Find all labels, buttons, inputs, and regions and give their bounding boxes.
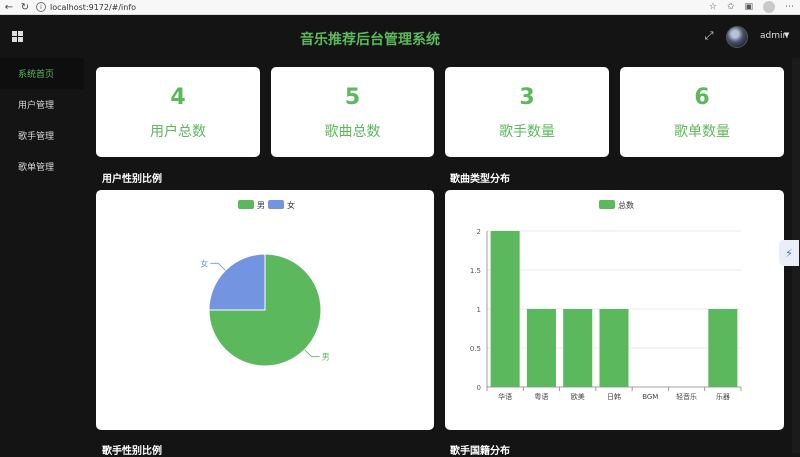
sidebar-item-users[interactable]: 用户管理 — [0, 89, 84, 120]
section-title-genre: 歌曲类型分布 — [450, 174, 510, 185]
genre-chart-panel: 总数 0 0.5 1 1.5 2 华语 粤语 欧美 日韩 BGM 轻音乐 乐器 — [445, 190, 784, 430]
pie-label-line — [210, 262, 226, 271]
section-title-singer-country: 歌手国籍分布 — [450, 446, 510, 457]
legend-label: 男 — [257, 201, 265, 210]
y-tick-label: 1 — [477, 306, 481, 314]
favorites-icon[interactable]: ✩ — [727, 2, 735, 12]
section-title-singer-gender: 歌手性别比例 — [102, 446, 162, 457]
stat-value: 3 — [519, 85, 535, 110]
pie-label: 女 — [200, 258, 208, 268]
stat-value: 4 — [170, 85, 186, 110]
reload-icon[interactable]: ↻ — [18, 1, 32, 13]
bar — [526, 309, 556, 387]
x-tick-label: 欧美 — [571, 392, 585, 401]
avatar[interactable] — [726, 26, 748, 48]
pie-label-line — [304, 349, 320, 358]
stat-value: 5 — [344, 85, 361, 110]
bar — [563, 309, 593, 387]
stat-label: 用户总数 — [150, 124, 206, 140]
bar — [708, 309, 738, 387]
legend-label: 总数 — [618, 200, 634, 210]
edge-tool-icon[interactable]: ⚡ — [779, 240, 799, 266]
y-tick-label: 2 — [477, 228, 481, 236]
sidebar: 系统首页 用户管理 歌手管理 歌单管理 — [0, 58, 84, 453]
x-tick-label: 日韩 — [607, 392, 621, 401]
stat-value: 6 — [694, 85, 710, 110]
app-title: 音乐推荐后台管理系统 — [300, 32, 440, 48]
gender-chart-panel: 男女男女 — [96, 190, 434, 430]
y-tick-label: 0 — [477, 384, 481, 392]
x-tick-label: 华语 — [498, 392, 512, 401]
info-icon[interactable]: i — [36, 2, 46, 12]
more-icon[interactable]: ⋯ — [785, 2, 794, 12]
caret-down-icon[interactable]: ▼ — [784, 31, 789, 39]
stat-label: 歌手数量 — [499, 124, 555, 140]
legend-swatch — [268, 200, 284, 209]
pie-label: 男 — [322, 353, 330, 362]
legend-swatch — [599, 200, 615, 209]
y-tick-label: 1.5 — [470, 267, 481, 275]
bar — [490, 231, 520, 387]
genre-bar-chart: 总数 0 0.5 1 1.5 2 华语 粤语 欧美 日韩 BGM 轻音乐 乐器 — [470, 200, 742, 401]
stat-card-playlists: 6 歌单数量 — [620, 67, 784, 157]
collections-icon[interactable]: ▣ — [744, 2, 753, 12]
y-tick-label: 0.5 — [470, 345, 481, 353]
main-content: 4 用户总数 5 歌曲总数 3 歌手数量 6 歌单数量 用户性别比例 歌曲类型分… — [84, 58, 800, 457]
profile-icon[interactable] — [763, 1, 775, 13]
stat-label: 歌曲总数 — [324, 124, 381, 140]
address-text: localhost:9172/#/info — [50, 2, 137, 12]
legend-label: 女 — [287, 200, 295, 210]
legend-swatch — [238, 200, 254, 209]
gender-pie-chart: 男女男女 — [200, 200, 330, 367]
pie-slice — [208, 253, 266, 311]
address-bar[interactable]: i localhost:9172/#/info — [36, 1, 656, 13]
sidebar-item-playlists[interactable]: 歌单管理 — [0, 151, 84, 182]
x-tick-label: 乐器 — [716, 392, 730, 401]
stat-card-singers: 3 歌手数量 — [445, 67, 609, 157]
stat-card-users: 4 用户总数 — [96, 67, 260, 157]
app-header: 音乐推荐后台管理系统 ⤢ admin ▼ — [0, 16, 800, 58]
x-tick-label: 粤语 — [534, 392, 548, 401]
stat-label: 歌单数量 — [674, 124, 730, 140]
back-icon[interactable]: ← — [2, 1, 16, 13]
fullscreen-icon[interactable]: ⤢ — [703, 30, 715, 42]
sidebar-item-singers[interactable]: 歌手管理 — [0, 120, 84, 151]
x-tick-label: 轻音乐 — [676, 392, 697, 401]
browser-toolbar: ← ↻ i localhost:9172/#/info ☆ ✩ ▣ ⋯ — [0, 0, 800, 15]
x-tick-label: BGM — [642, 393, 658, 401]
bar — [599, 309, 629, 387]
sidebar-item-home[interactable]: 系统首页 — [0, 58, 84, 89]
star-icon[interactable]: ☆ — [709, 2, 717, 12]
stat-card-songs: 5 歌曲总数 — [271, 67, 434, 157]
section-title-gender: 用户性别比例 — [102, 174, 162, 185]
